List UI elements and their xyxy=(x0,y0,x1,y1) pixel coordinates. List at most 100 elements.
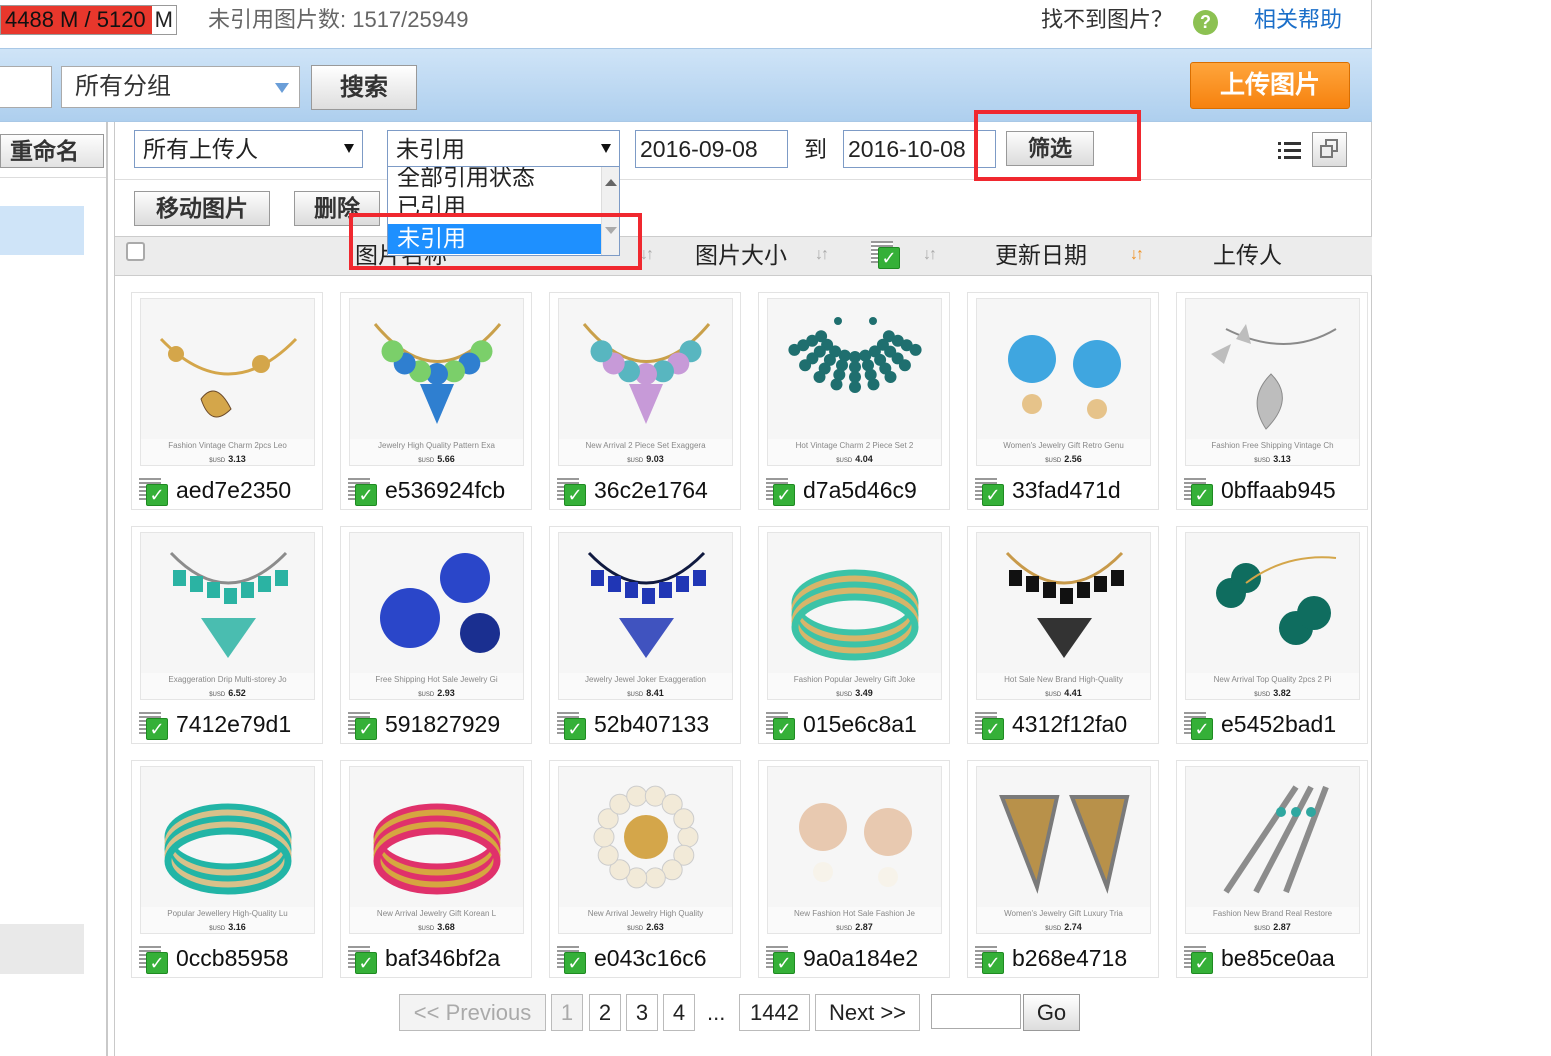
column-uploader[interactable]: 上传人 xyxy=(1213,240,1282,270)
image-thumbnail[interactable]: Fashion Vintage Charm 2pcs Leo $USD 3.13 xyxy=(140,298,315,466)
image-thumbnail[interactable]: New Arrival Jewelry Gift Korean L $USD 3.6… xyxy=(349,766,524,934)
image-checkbox[interactable]: ✓ xyxy=(1184,478,1214,506)
page-jump-input[interactable] xyxy=(931,994,1021,1029)
upload-image-button[interactable]: 上传图片 xyxy=(1190,62,1350,109)
image-checkbox[interactable]: ✓ xyxy=(348,712,378,740)
image-thumbnail[interactable]: Fashion Popular Jewelry Gift Joke $USD 3.4… xyxy=(767,532,942,700)
column-size[interactable]: 图片大小 xyxy=(695,240,787,270)
option-all-status[interactable]: 全部引用状态 xyxy=(388,167,602,193)
chevron-down-icon xyxy=(275,83,289,93)
sort-status-icon[interactable]: ↓↑ xyxy=(923,246,937,264)
image-thumbnail[interactable]: New Arrival 2 Piece Set Exaggera $USD 9.03 xyxy=(558,298,733,466)
image-thumbnail[interactable]: Fashion Free Shipping Vintage Ch $USD 3.13 xyxy=(1185,298,1360,466)
image-card[interactable]: New Arrival 2 Piece Set Exaggera $USD 9.03… xyxy=(549,292,741,510)
image-card[interactable]: Women's Jewelry Gift Luxury Tria $USD 2.74… xyxy=(967,760,1159,978)
image-thumbnail[interactable]: Exaggeration Drip Multi-storey Jo $USD 6.5… xyxy=(140,532,315,700)
image-checkbox[interactable]: ✓ xyxy=(557,478,587,506)
image-checkbox[interactable]: ✓ xyxy=(975,478,1005,506)
column-header-row: 图片名称 ↓↑ 图片大小 ↓↑ ✓ ↓↑ 更新日期 ↓↑ 上传人 xyxy=(115,236,1372,276)
image-thumbnail[interactable]: Hot Vintage Charm 2 Piece Set 2 $USD 4.04 xyxy=(767,298,942,466)
price-currency: $USD xyxy=(1045,692,1062,698)
image-card[interactable]: Free Shipping Hot Sale Jewelry Gi $USD 2.9… xyxy=(340,526,532,744)
rename-button[interactable]: 重命名 xyxy=(0,134,104,168)
thumbnail-view-icon[interactable] xyxy=(1312,132,1347,167)
go-button[interactable]: Go xyxy=(1023,994,1080,1031)
image-card[interactable]: Jewelry High Quality Pattern Exa $USD 5.66… xyxy=(340,292,532,510)
image-card[interactable]: New Arrival Top Quality 2pcs 2 Pi $USD 3.8… xyxy=(1176,526,1368,744)
image-thumbnail[interactable]: Popular Jewellery High-Quality Lu $USD 3.1… xyxy=(140,766,315,934)
image-checkbox[interactable]: ✓ xyxy=(348,946,378,974)
image-checkbox[interactable]: ✓ xyxy=(348,478,378,506)
image-thumbnail[interactable]: Jewelry Jewel Joker Exaggeration $USD 8.41 xyxy=(558,532,733,700)
select-all-checkbox[interactable] xyxy=(126,242,145,261)
image-card[interactable]: Fashion Free Shipping Vintage Ch $USD 3.13… xyxy=(1176,292,1368,510)
next-page-button[interactable]: Next >> xyxy=(815,994,920,1031)
image-thumbnail[interactable]: New Arrival Top Quality 2pcs 2 Pi $USD 3.8… xyxy=(1185,532,1360,700)
image-name: 0ccb85958 xyxy=(176,945,289,971)
image-checkbox[interactable]: ✓ xyxy=(1184,712,1214,740)
search-button[interactable]: 搜索 xyxy=(311,65,417,110)
image-checkbox[interactable]: ✓ xyxy=(766,712,796,740)
image-card[interactable]: Fashion Vintage Charm 2pcs Leo $USD 3.13 ✓ a… xyxy=(131,292,323,510)
image-checkbox[interactable]: ✓ xyxy=(139,946,169,974)
check-icon: ✓ xyxy=(146,718,168,740)
uploader-select[interactable]: 所有上传人 xyxy=(134,130,363,168)
image-checkbox[interactable]: ✓ xyxy=(557,712,587,740)
image-thumbnail[interactable]: New Fashion Hot Sale Fashion Je $USD 2.87 xyxy=(767,766,942,934)
list-view-icon[interactable] xyxy=(1274,136,1306,166)
sort-size-icon[interactable]: ↓↑ xyxy=(815,246,829,264)
page-1-button[interactable]: 1 xyxy=(551,994,583,1031)
group-select[interactable]: 所有分组 xyxy=(61,66,300,108)
image-checkbox[interactable]: ✓ xyxy=(139,712,169,740)
image-card[interactable]: Women's Jewelry Gift Retro Genu $USD 2.56 ✓… xyxy=(967,292,1159,510)
image-card[interactable]: Popular Jewellery High-Quality Lu $USD 3.1… xyxy=(131,760,323,978)
page-2-button[interactable]: 2 xyxy=(589,994,621,1031)
image-checkbox[interactable]: ✓ xyxy=(1184,946,1214,974)
image-card[interactable]: Hot Vintage Charm 2 Piece Set 2 $USD 4.04 ✓… xyxy=(758,292,950,510)
sort-updated-icon[interactable]: ↓↑ xyxy=(1130,246,1144,264)
product-price: $USD 3.13 xyxy=(141,454,314,464)
check-icon: ✓ xyxy=(982,952,1004,974)
image-thumbnail[interactable]: New Arrival Jewelry High Quality $USD 2.63 xyxy=(558,766,733,934)
price-value: 3.13 xyxy=(228,454,246,464)
image-thumbnail[interactable]: Free Shipping Hot Sale Jewelry Gi $USD 2.9… xyxy=(349,532,524,700)
reference-status-select[interactable]: 未引用 xyxy=(387,130,620,168)
image-card[interactable]: New Arrival Jewelry Gift Korean L $USD 3.6… xyxy=(340,760,532,978)
image-card[interactable]: Jewelry Jewel Joker Exaggeration $USD 8.41… xyxy=(549,526,741,744)
page-3-button[interactable]: 3 xyxy=(626,994,658,1031)
product-price: $USD 9.03 xyxy=(559,454,732,464)
image-card[interactable]: New Fashion Hot Sale Fashion Je $USD 2.87 ✓… xyxy=(758,760,950,978)
price-currency: $USD xyxy=(627,926,644,932)
image-thumbnail[interactable]: Women's Jewelry Gift Retro Genu $USD 2.56 xyxy=(976,298,1151,466)
keyword-input[interactable] xyxy=(0,66,52,108)
image-thumbnail[interactable]: Fashion New Brand Real Restore $USD 2.87 xyxy=(1185,766,1360,934)
image-checkbox[interactable]: ✓ xyxy=(557,946,587,974)
image-checkbox[interactable]: ✓ xyxy=(766,946,796,974)
image-thumbnail[interactable]: Hot Sale New Brand High-Quality $USD 4.41 xyxy=(976,532,1151,700)
product-price: $USD 3.68 xyxy=(350,922,523,932)
help-link[interactable]: 相关帮助 xyxy=(1254,5,1342,35)
previous-page-button[interactable]: << Previous xyxy=(399,994,546,1031)
image-thumbnail[interactable]: Women's Jewelry Gift Luxury Tria $USD 2.74 xyxy=(976,766,1151,934)
image-card[interactable]: New Arrival Jewelry High Quality $USD 2.63… xyxy=(549,760,741,978)
image-checkbox[interactable]: ✓ xyxy=(975,712,1005,740)
image-checkbox[interactable]: ✓ xyxy=(139,478,169,506)
image-card[interactable]: Exaggeration Drip Multi-storey Jo $USD 6.5… xyxy=(131,526,323,744)
column-updated[interactable]: 更新日期 xyxy=(995,240,1087,270)
image-card[interactable]: Hot Sale New Brand High-Quality $USD 4.41 ✓… xyxy=(967,526,1159,744)
image-checkbox[interactable]: ✓ xyxy=(766,478,796,506)
image-checkbox[interactable]: ✓ xyxy=(975,946,1005,974)
image-card[interactable]: Fashion Popular Jewelry Gift Joke $USD 3.4… xyxy=(758,526,950,744)
sidebar-item-selected[interactable] xyxy=(0,206,84,255)
help-icon[interactable]: ? xyxy=(1193,10,1218,35)
sidebar-item[interactable] xyxy=(0,924,84,974)
check-icon: ✓ xyxy=(564,952,586,974)
image-card[interactable]: Fashion New Brand Real Restore $USD 2.87 ✓ b… xyxy=(1176,760,1368,978)
scroll-up-icon[interactable] xyxy=(605,179,617,186)
move-image-button[interactable]: 移动图片 xyxy=(134,191,270,226)
date-from-input[interactable]: 2016-09-08 xyxy=(635,130,788,168)
image-name: aed7e2350 xyxy=(176,477,292,503)
last-page-button[interactable]: 1442 xyxy=(739,994,810,1031)
image-thumbnail[interactable]: Jewelry High Quality Pattern Exa $USD 5.66 xyxy=(349,298,524,466)
page-4-button[interactable]: 4 xyxy=(663,994,695,1031)
